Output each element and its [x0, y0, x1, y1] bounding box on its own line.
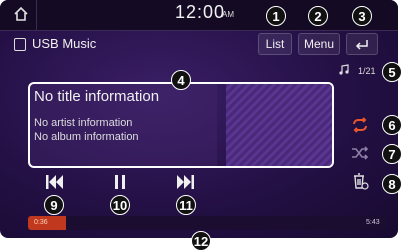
repeat-icon[interactable] [350, 116, 370, 134]
callout-3: 3 [352, 6, 372, 26]
track-counter: 1/21 [358, 66, 376, 76]
status-bar: 12:00 AM [0, 0, 398, 31]
usb-music-icon [14, 38, 26, 51]
callout-7: 7 [382, 144, 402, 164]
callout-6: 6 [382, 115, 402, 135]
callout-5: 5 [382, 62, 402, 82]
list-button[interactable]: List [258, 33, 292, 55]
back-button[interactable] [346, 33, 378, 55]
divider [36, 0, 37, 30]
elapsed-time: 0:36 [34, 219, 48, 226]
source-label: USB Music [32, 36, 97, 51]
callout-1: 1 [266, 6, 286, 26]
next-track-icon[interactable] [174, 172, 198, 192]
previous-track-icon[interactable] [42, 172, 66, 192]
callout-4: 4 [171, 70, 191, 90]
callout-12: 12 [191, 231, 211, 251]
shuffle-icon[interactable] [350, 144, 370, 162]
track-title: No title information [34, 88, 160, 105]
clock: 12:00 [175, 2, 226, 22]
album-art [226, 84, 332, 166]
back-arrow-icon [355, 40, 368, 50]
home-icon[interactable] [12, 5, 30, 23]
callout-9: 9 [44, 195, 64, 215]
callout-2: 2 [308, 6, 328, 26]
am-pm-indicator: AM [222, 10, 234, 19]
menu-button[interactable]: Menu [298, 33, 340, 55]
callout-8: 8 [382, 174, 402, 194]
callout-10: 10 [110, 195, 130, 215]
progress-bar[interactable] [28, 216, 386, 230]
track-album: No album information [34, 131, 139, 143]
delete-icon[interactable] [350, 172, 370, 190]
pause-icon[interactable] [108, 172, 132, 192]
callout-11: 11 [176, 195, 196, 215]
track-artist: No artist information [34, 117, 133, 129]
total-time: 5:43 [366, 219, 380, 226]
music-note-icon [339, 64, 349, 75]
